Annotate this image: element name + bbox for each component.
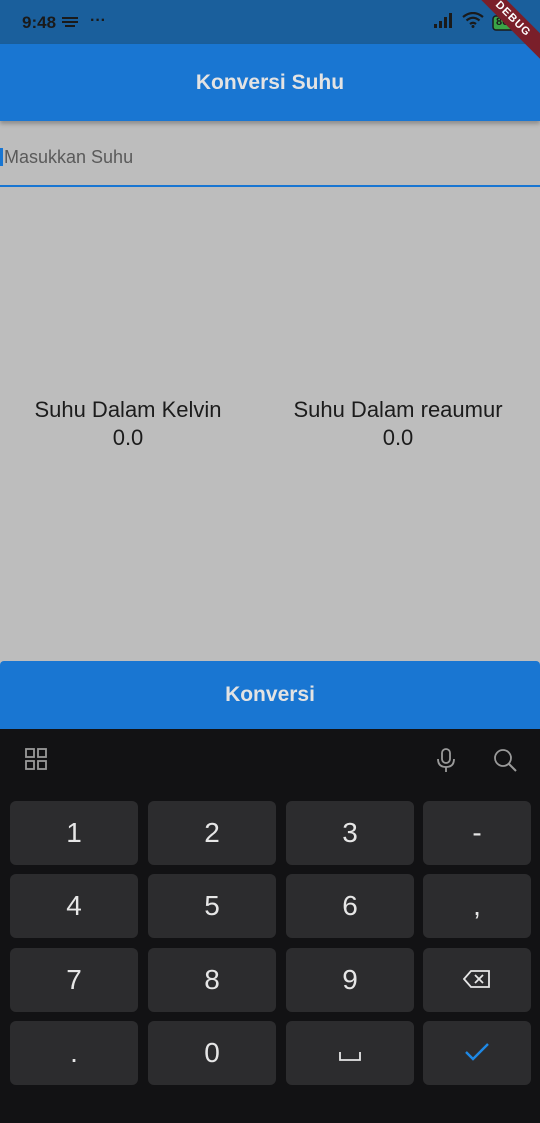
- page-title: Konversi Suhu: [195, 70, 345, 94]
- backspace-icon: [462, 964, 491, 996]
- temperature-input-wrapper: [0, 130, 540, 188]
- keyboard-notification-icon: [62, 15, 78, 33]
- reaumur-label: Suhu Dalam reaumur: [293, 397, 503, 422]
- battery-icon: 80: [492, 14, 522, 31]
- signal-icon: [434, 12, 454, 33]
- temperature-input[interactable]: [0, 130, 540, 184]
- status-bar: 9:48 ··· 80: [0, 0, 540, 44]
- input-underline: [0, 185, 540, 187]
- search-icon[interactable]: [492, 747, 520, 775]
- keyboard-toolbar: [0, 729, 540, 793]
- space-icon: [339, 1037, 361, 1069]
- key-minus[interactable]: -: [423, 801, 531, 865]
- kelvin-value: 0.0: [112, 425, 144, 450]
- microphone-icon[interactable]: [434, 747, 462, 775]
- text-cursor: [0, 148, 3, 166]
- reaumur-result: Suhu Dalam reaumur 0.0: [256, 396, 540, 452]
- key-done[interactable]: [423, 1021, 531, 1085]
- key-5[interactable]: 5: [148, 874, 276, 938]
- key-2[interactable]: 2: [148, 801, 276, 865]
- more-notifications-icon: ···: [90, 12, 106, 29]
- key-8[interactable]: 8: [148, 948, 276, 1012]
- reaumur-value: 0.0: [382, 425, 414, 450]
- status-time: 9:48: [22, 13, 57, 32]
- status-right-icons: 80: [434, 11, 522, 33]
- wifi-icon: [462, 11, 484, 33]
- battery-level: 80: [496, 15, 509, 28]
- app-bar: Konversi Suhu: [0, 44, 540, 121]
- key-7[interactable]: 7: [10, 948, 138, 1012]
- app-screen: 9:48 ··· 80 Konversi Suhu DEBUG Masukkan…: [0, 0, 540, 1123]
- key-3[interactable]: 3: [286, 801, 414, 865]
- key-9[interactable]: 9: [286, 948, 414, 1012]
- grid-menu-icon[interactable]: [24, 747, 52, 775]
- key-4[interactable]: 4: [10, 874, 138, 938]
- kelvin-result: Suhu Dalam Kelvin 0.0: [0, 396, 256, 452]
- numeric-keyboard: 1 2 3 - 4 5 6 , 7 8 9 . 0: [0, 729, 540, 1123]
- key-backspace[interactable]: [423, 948, 531, 1012]
- checkmark-icon: [464, 1037, 490, 1069]
- key-space[interactable]: [286, 1021, 414, 1085]
- key-6[interactable]: 6: [286, 874, 414, 938]
- key-comma[interactable]: ,: [423, 874, 531, 938]
- status-left-icons: ···: [62, 12, 106, 33]
- key-0[interactable]: 0: [148, 1021, 276, 1085]
- key-dot[interactable]: .: [10, 1021, 138, 1085]
- key-1[interactable]: 1: [10, 801, 138, 865]
- konversi-button[interactable]: Konversi: [0, 661, 540, 729]
- kelvin-label: Suhu Dalam Kelvin: [34, 397, 222, 422]
